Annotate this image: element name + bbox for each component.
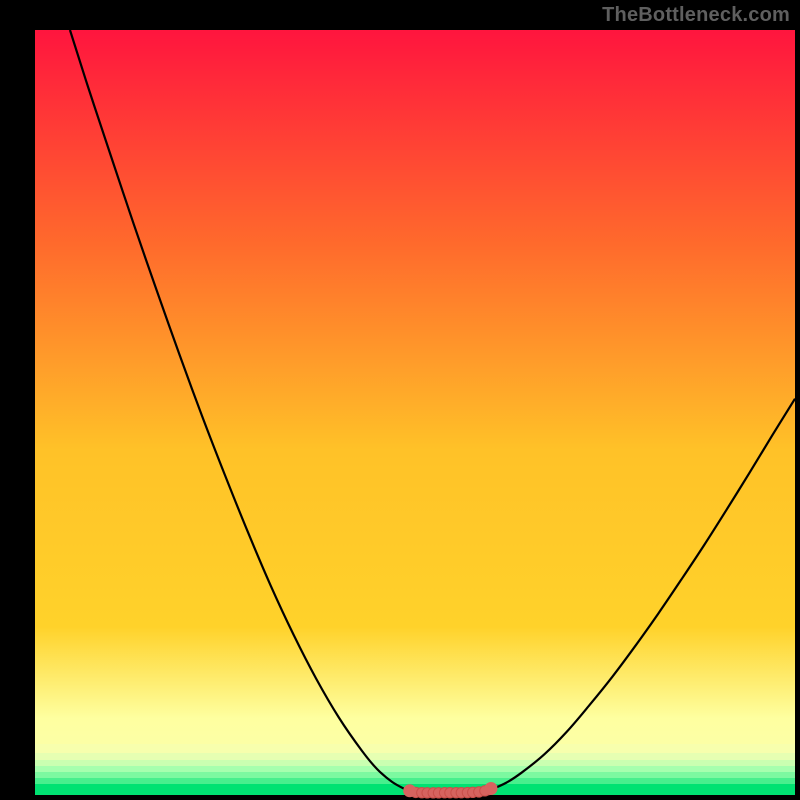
chart-container: TheBottleneck.com <box>0 0 800 800</box>
watermark-text: TheBottleneck.com <box>602 4 790 27</box>
stripe <box>35 766 795 772</box>
floor-marker-end <box>485 782 498 795</box>
stripe <box>35 772 795 778</box>
stripe <box>35 760 795 766</box>
stripe <box>35 778 795 784</box>
floor-marker-end <box>403 784 416 797</box>
chart-canvas <box>0 0 800 800</box>
plot-background <box>35 30 795 795</box>
stripe <box>35 744 795 753</box>
stripe <box>35 753 795 760</box>
